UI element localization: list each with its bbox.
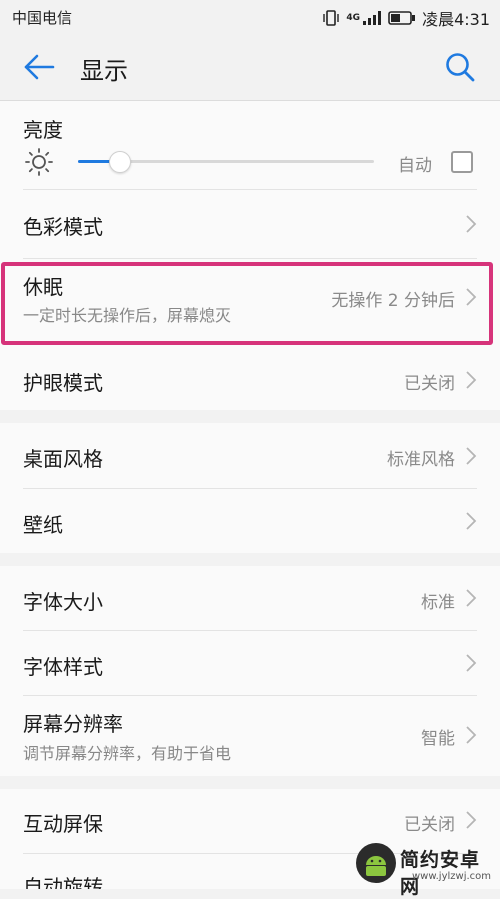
battery-icon bbox=[388, 11, 416, 25]
screensaver-value: 已关闭 bbox=[404, 815, 455, 835]
wallpaper-row[interactable]: 壁纸 bbox=[0, 489, 500, 553]
page-title: 显示 bbox=[80, 57, 128, 85]
resolution-row[interactable]: 屏幕分辨率 调节屏幕分辨率，有助于省电 智能 bbox=[0, 696, 500, 776]
font-size-label: 字体大小 bbox=[23, 590, 103, 614]
resolution-label: 屏幕分辨率 bbox=[23, 712, 123, 736]
chevron-right-icon bbox=[466, 215, 477, 233]
resolution-description: 调节屏幕分辨率，有助于省电 bbox=[23, 744, 232, 763]
status-bar: 中国电信 4G 凌晨4:31 bbox=[0, 0, 500, 34]
search-icon[interactable] bbox=[444, 51, 476, 83]
chevron-right-icon bbox=[466, 512, 477, 530]
font-size-row[interactable]: 字体大小 标准 bbox=[0, 566, 500, 630]
brightness-sun-icon bbox=[25, 148, 53, 176]
brightness-slider-thumb[interactable] bbox=[109, 151, 131, 173]
carrier-name: 中国电信 bbox=[12, 9, 73, 27]
color-mode-label: 色彩模式 bbox=[23, 215, 103, 239]
android-robot-icon bbox=[356, 843, 396, 883]
chevron-right-icon bbox=[466, 811, 477, 829]
eye-comfort-value: 已关闭 bbox=[404, 374, 455, 394]
font-style-label: 字体样式 bbox=[23, 655, 103, 679]
auto-rotate-label: 自动旋转 bbox=[23, 875, 103, 889]
signal-icon bbox=[363, 11, 382, 25]
clock: 凌晨4:31 bbox=[422, 10, 490, 29]
sleep-row[interactable]: 休眠 一定时长无操作后，屏幕熄灭 无操作 2 分钟后 bbox=[0, 259, 500, 346]
sleep-label: 休眠 bbox=[23, 275, 63, 299]
resolution-value: 智能 bbox=[421, 729, 455, 749]
chevron-right-icon bbox=[466, 288, 477, 306]
screensaver-label: 互动屏保 bbox=[23, 812, 103, 836]
status-icons: 4G 凌晨4:31 bbox=[322, 6, 490, 30]
chevron-right-icon bbox=[466, 726, 477, 744]
vibrate-icon bbox=[323, 10, 340, 26]
wallpaper-label: 壁纸 bbox=[23, 513, 63, 537]
app-bar: 显示 bbox=[0, 34, 500, 101]
font-size-value: 标准 bbox=[421, 593, 455, 613]
watermark-logo: 简约安卓网 www.jylzwj.com bbox=[354, 841, 494, 898]
eye-comfort-label: 护眼模式 bbox=[23, 371, 103, 395]
home-style-row[interactable]: 桌面风格 标准风格 bbox=[0, 423, 500, 488]
watermark-url: www.jylzwj.com bbox=[412, 871, 492, 882]
auto-brightness-label: 自动 bbox=[398, 156, 432, 176]
home-style-value: 标准风格 bbox=[387, 450, 455, 470]
chevron-right-icon bbox=[466, 654, 477, 672]
auto-brightness-checkbox[interactable] bbox=[451, 151, 473, 173]
network-type-label: 4G bbox=[346, 13, 361, 23]
back-arrow-icon[interactable] bbox=[22, 52, 56, 82]
brightness-label: 亮度 bbox=[23, 118, 63, 142]
chevron-right-icon bbox=[466, 447, 477, 465]
color-mode-row[interactable]: 色彩模式 bbox=[0, 190, 500, 258]
chevron-right-icon bbox=[466, 371, 477, 389]
chevron-right-icon bbox=[466, 589, 477, 607]
home-style-label: 桌面风格 bbox=[23, 447, 103, 471]
sleep-value: 无操作 2 分钟后 bbox=[331, 291, 455, 311]
sleep-description: 一定时长无操作后，屏幕熄灭 bbox=[23, 306, 232, 325]
brightness-slider[interactable] bbox=[78, 151, 374, 173]
font-style-row[interactable]: 字体样式 bbox=[0, 631, 500, 695]
eye-comfort-row[interactable]: 护眼模式 已关闭 bbox=[0, 347, 500, 410]
